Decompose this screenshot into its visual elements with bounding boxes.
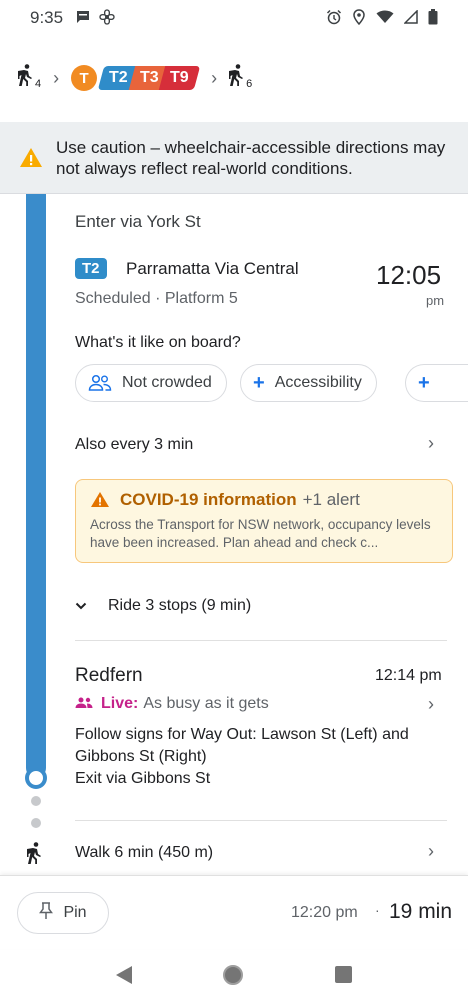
- exit-via-text: Exit via Gibbons St: [75, 770, 211, 787]
- departure-ampm: pm: [426, 293, 445, 308]
- walking-person-icon: [27, 842, 43, 870]
- pin-icon: [39, 901, 54, 925]
- system-nav-bar: [0, 949, 468, 1000]
- walk-end-minutes: 6: [246, 78, 253, 90]
- covid-body: Across the Transport for NSW network, oc…: [90, 517, 431, 550]
- status-bar: 9:35: [0, 0, 468, 36]
- arrival-time-summary: 12:20 pm: [291, 904, 358, 921]
- timeline-walk-dot: [31, 818, 41, 828]
- exit-instructions: Follow signs for Way Out: Lawson St (Lef…: [75, 724, 455, 790]
- timeline-walk-dot: [31, 796, 41, 806]
- walk-end-step: 6: [229, 64, 252, 92]
- bottom-bar: Pin 12:20 pm · 19 min: [0, 875, 468, 949]
- chevron-right-icon[interactable]: ›: [428, 841, 434, 862]
- separator: ·: [375, 902, 380, 918]
- people-icon: [75, 696, 93, 712]
- status-icons: [326, 8, 438, 28]
- train-mode-icon: T: [71, 65, 98, 91]
- back-icon[interactable]: [115, 965, 132, 984]
- accessibility-chip[interactable]: + Accessibility: [240, 364, 377, 402]
- transit-timeline-line: [26, 194, 46, 778]
- schedule-platform: Scheduled · Platform 5: [75, 290, 238, 307]
- chevron-right-icon[interactable]: ›: [428, 694, 434, 715]
- walking-person-icon: [229, 64, 245, 92]
- live-busyness[interactable]: Live: As busy as it gets: [75, 695, 269, 713]
- pin-button[interactable]: Pin: [17, 892, 109, 934]
- message-icon: [75, 9, 91, 28]
- plus-icon: +: [418, 371, 430, 394]
- signal-icon: [403, 8, 418, 27]
- arrival-stop-name: Redfern: [75, 665, 143, 686]
- walk-step-text[interactable]: Walk 6 min (450 m): [75, 844, 213, 862]
- divider: [75, 820, 447, 821]
- home-icon[interactable]: [223, 964, 244, 985]
- route-name: Parramatta Via Central: [126, 259, 299, 278]
- warning-icon: [90, 490, 110, 510]
- divider: [75, 640, 447, 641]
- timeline-stop-marker: [25, 767, 47, 789]
- trip-duration: 19 min: [389, 900, 453, 923]
- plus-icon: +: [253, 371, 265, 394]
- line-badge-t2: T2: [75, 258, 107, 279]
- walk-start-step: 4: [18, 64, 41, 92]
- chip-label: Accessibility: [274, 374, 362, 391]
- location-icon: [352, 8, 366, 28]
- more-chip[interactable]: +: [405, 364, 468, 402]
- pin-label: Pin: [63, 904, 87, 921]
- warning-icon: [18, 145, 44, 171]
- ride-stops-toggle[interactable]: Ride 3 stops (9 min): [108, 597, 251, 615]
- fan-icon: [99, 8, 115, 28]
- chevron-right-icon: ›: [53, 67, 60, 88]
- caution-text: Use caution – wheelchair-accessible dire…: [56, 137, 446, 178]
- not-crowded-chip[interactable]: Not crowded: [75, 364, 227, 402]
- chevron-right-icon[interactable]: ›: [428, 433, 434, 454]
- people-icon: [88, 374, 112, 392]
- line-tags: T2 T3 T9: [97, 66, 201, 90]
- walk-start-minutes: 4: [35, 78, 42, 90]
- covid-alert-count: +1 alert: [302, 490, 360, 509]
- chip-label: Not crowded: [122, 374, 212, 391]
- battery-icon: [428, 8, 438, 28]
- alarm-icon: [326, 9, 342, 28]
- covid-title: COVID-19 information: [120, 490, 297, 509]
- status-time: 9:35: [30, 8, 64, 27]
- frequency-text: Also every 3 min: [75, 436, 194, 453]
- live-label: Live:: [101, 695, 139, 712]
- covid-title-row: COVID-19 information +1 alert: [90, 490, 438, 510]
- route-summary[interactable]: 4 › T T2 T3 T9 › 6: [0, 48, 468, 108]
- caution-banner: Use caution – wheelchair-accessible dire…: [0, 122, 468, 194]
- wifi-icon: [376, 10, 394, 27]
- recents-icon[interactable]: [335, 966, 353, 983]
- chevron-right-icon: ›: [211, 67, 218, 88]
- arrival-time: 12:14 pm: [375, 667, 442, 684]
- enter-via-text: Enter via York St: [75, 212, 201, 231]
- walking-person-icon: [18, 64, 34, 92]
- way-out-instructions: Follow signs for Way Out: Lawson St (Lef…: [75, 726, 409, 765]
- covid-alert-card[interactable]: COVID-19 information +1 alert Across the…: [75, 479, 453, 563]
- line-tag-t9: T9: [159, 66, 201, 90]
- departure-time: 12:05: [376, 260, 442, 290]
- onboard-question: What's it like on board?: [75, 334, 241, 351]
- busyness-text: As busy as it gets: [143, 695, 269, 712]
- chevron-down-icon[interactable]: [75, 596, 87, 615]
